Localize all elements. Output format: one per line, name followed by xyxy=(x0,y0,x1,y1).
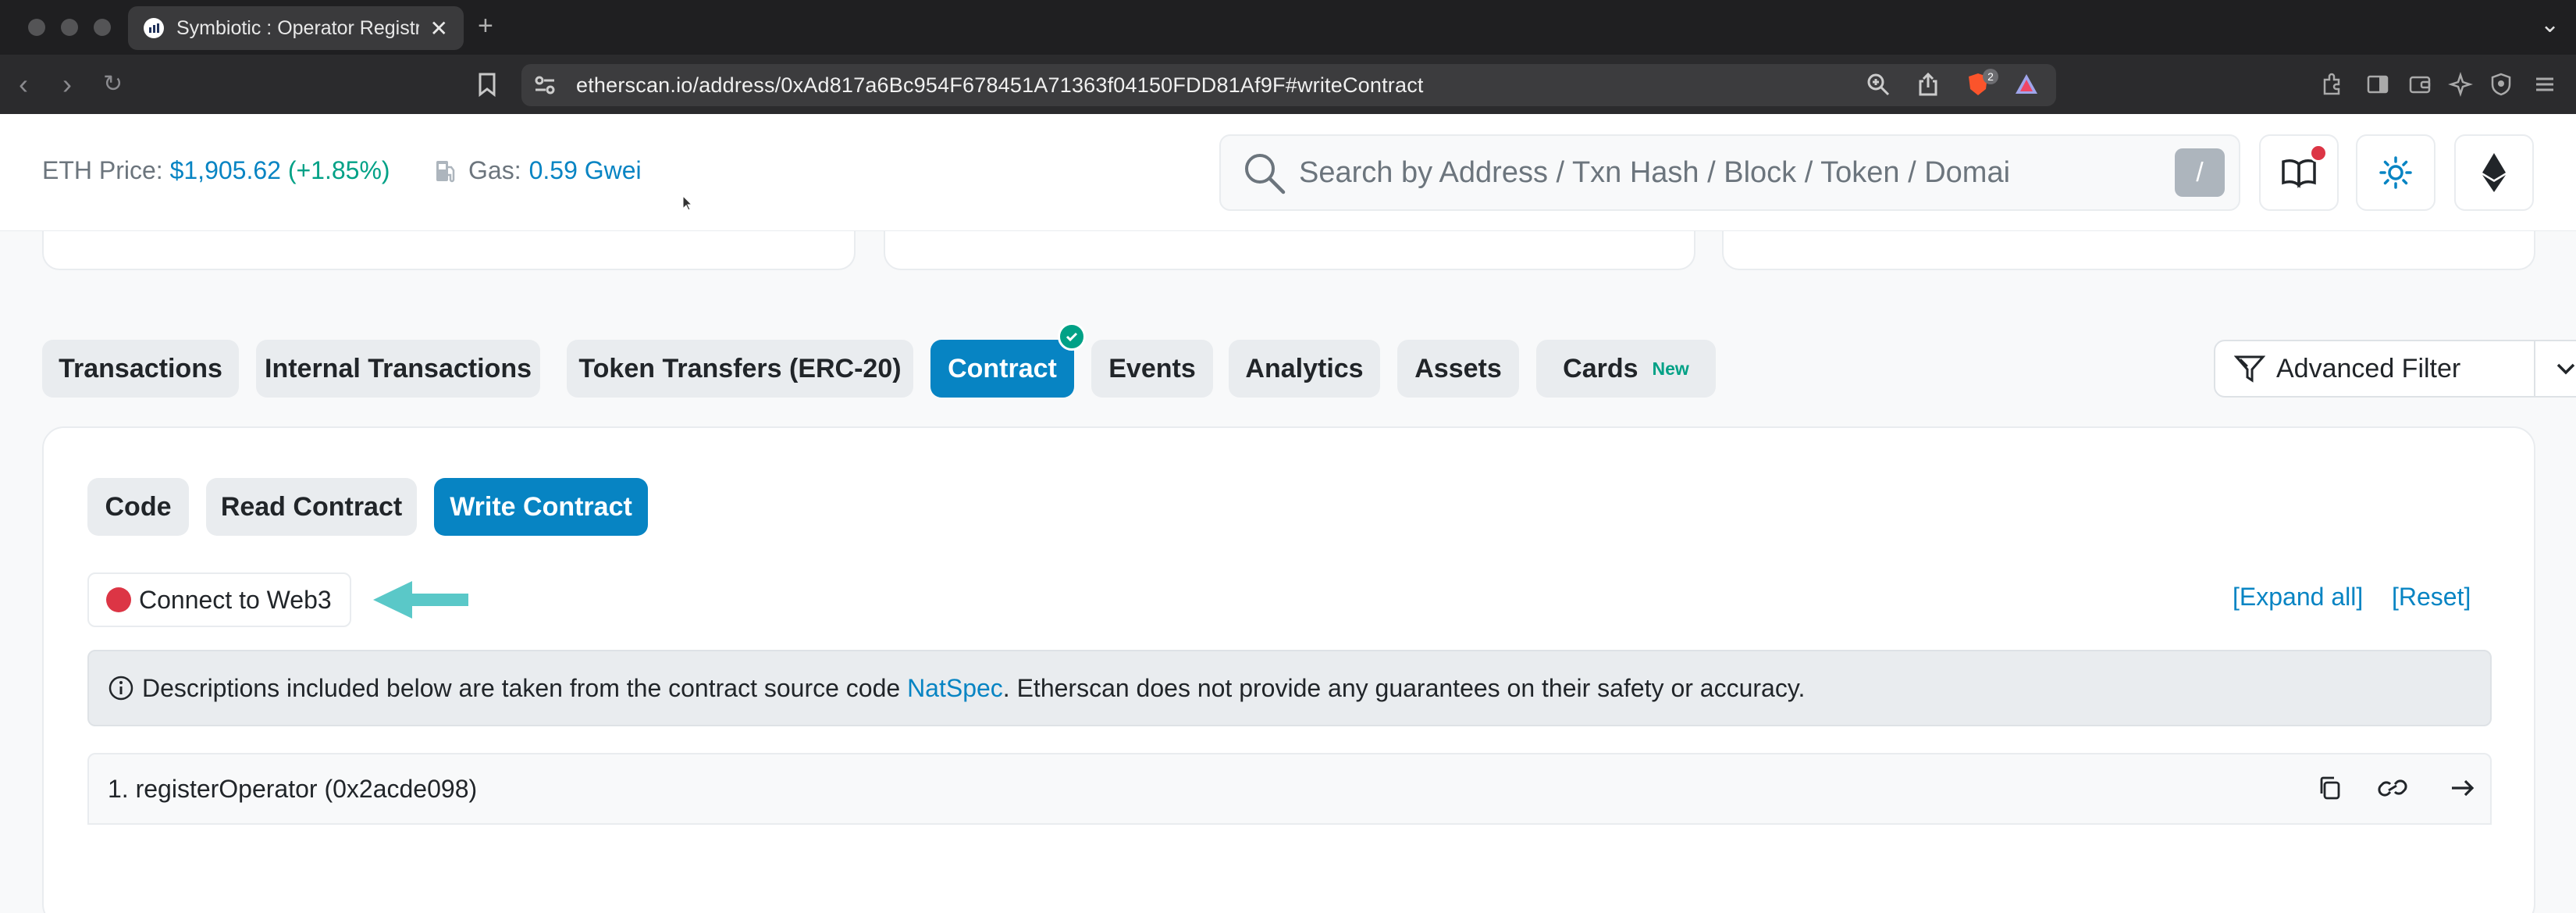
function-row[interactable]: 1. registerOperator (0x2acde098) xyxy=(87,753,2492,825)
address-bar[interactable]: etherscan.io/address/0xAd817a6Bc954F6784… xyxy=(521,64,2056,106)
advanced-filter-dropdown[interactable] xyxy=(2534,340,2576,398)
theme-toggle-button[interactable] xyxy=(2356,134,2435,211)
disconnected-status-icon xyxy=(106,587,131,612)
browser-tab-title: Symbiotic : Operator Registry xyxy=(176,16,419,39)
link-icon[interactable] xyxy=(2378,775,2407,801)
window-zoom-button[interactable] xyxy=(94,19,111,36)
share-icon[interactable] xyxy=(1916,72,1941,97)
arrow-right-icon[interactable] xyxy=(2450,775,2476,801)
reset-link[interactable]: [Reset] xyxy=(2392,583,2471,612)
blog-button[interactable] xyxy=(2259,134,2339,211)
sidebar-icon[interactable] xyxy=(2365,72,2390,97)
tab-close-icon[interactable]: ✕ xyxy=(430,16,448,41)
tab-transactions[interactable]: Transactions xyxy=(42,340,239,398)
chevron-down-icon xyxy=(2556,362,2576,375)
search-icon xyxy=(1241,150,1286,199)
notice-suffix: . Etherscan does not provide any guarant… xyxy=(1002,673,1806,702)
search-shortcut-badge: / xyxy=(2175,148,2225,197)
tab-list-chevron-icon[interactable]: ⌄ xyxy=(2540,11,2560,38)
connect-web3-label: Connect to Web3 xyxy=(139,585,332,614)
eth-price-change: (+1.85%) xyxy=(287,156,390,184)
new-tab-button[interactable]: + xyxy=(478,11,493,41)
tab-cards-label: Cards xyxy=(1563,353,1638,383)
eth-price-value[interactable]: $1,905.62 xyxy=(170,156,281,184)
natspec-link[interactable]: NatSpec xyxy=(907,674,1003,703)
tab-token-transfers[interactable]: Token Transfers (ERC-20) xyxy=(567,340,913,398)
book-icon xyxy=(2280,157,2318,188)
function-name: 1. registerOperator (0x2acde098) xyxy=(108,774,478,803)
site-settings-icon[interactable] xyxy=(534,75,556,99)
new-badge: New xyxy=(1652,358,1689,379)
zoom-icon[interactable] xyxy=(1866,72,1891,97)
reload-button[interactable]: ↻ xyxy=(103,69,123,100)
info-icon xyxy=(108,675,134,701)
copy-icon[interactable] xyxy=(2317,775,2343,801)
network-switch-button[interactable] xyxy=(2454,134,2534,211)
tab-analytics[interactable]: Analytics xyxy=(1229,340,1380,398)
extensions-icon[interactable] xyxy=(2320,72,2345,97)
tab-internal-transactions[interactable]: Internal Transactions xyxy=(256,340,540,398)
eth-price: ETH Price: $1,905.62 (+1.85%) xyxy=(42,156,390,185)
connect-web3-button[interactable]: Connect to Web3 xyxy=(87,572,351,627)
arrow-left-icon xyxy=(373,578,471,626)
gas-label: Gas: xyxy=(468,156,521,184)
tab-events[interactable]: Events xyxy=(1091,340,1213,398)
window-minimize-button[interactable] xyxy=(61,19,78,36)
filter-icon xyxy=(2234,355,2265,383)
tab-cards[interactable]: Cards New xyxy=(1536,340,1716,398)
eth-price-label: ETH Price: xyxy=(42,156,163,184)
gas-value[interactable]: 0.59 Gwei xyxy=(529,156,642,185)
shields-count-badge: 2 xyxy=(1983,69,1998,84)
tab-assets[interactable]: Assets xyxy=(1397,340,1519,398)
url-text: etherscan.io/address/0xAd817a6Bc954F6784… xyxy=(576,73,1424,97)
sun-icon xyxy=(2379,155,2413,190)
mouse-cursor-icon xyxy=(682,194,693,215)
window-close-button[interactable] xyxy=(28,19,45,36)
vpn-icon[interactable] xyxy=(2489,72,2514,97)
search-input[interactable]: Search by Address / Txn Hash / Block / T… xyxy=(1219,134,2240,211)
back-button[interactable]: ‹ xyxy=(19,69,28,100)
advanced-filter-button[interactable]: Advanced Filter xyxy=(2214,340,2535,398)
ethereum-icon xyxy=(2481,152,2507,193)
subtab-code[interactable]: Code xyxy=(87,478,189,536)
menu-icon[interactable] xyxy=(2532,72,2557,97)
notification-dot xyxy=(2309,144,2328,162)
subtab-read-contract[interactable]: Read Contract xyxy=(206,478,417,536)
subtab-write-contract[interactable]: Write Contract xyxy=(434,478,648,536)
bookmark-icon[interactable] xyxy=(476,72,498,101)
forward-button[interactable]: › xyxy=(62,69,72,100)
gas-tracker: Gas: 0.59 Gwei xyxy=(434,156,642,185)
verified-check-icon xyxy=(1058,323,1086,351)
search-placeholder: Search by Address / Txn Hash / Block / T… xyxy=(1299,155,2011,189)
natspec-notice: Descriptions included below are taken fr… xyxy=(87,650,2492,726)
leo-ai-icon[interactable] xyxy=(2448,72,2473,97)
brave-rewards-icon[interactable] xyxy=(2014,72,2039,97)
expand-all-link[interactable]: [Expand all] xyxy=(2233,583,2363,612)
etherscan-favicon-icon xyxy=(144,18,164,38)
gas-pump-icon xyxy=(434,158,457,184)
notice-prefix: Descriptions included below are taken fr… xyxy=(142,673,901,702)
advanced-filter-label: Advanced Filter xyxy=(2276,353,2461,383)
wallet-icon[interactable] xyxy=(2407,72,2432,97)
browser-tab[interactable]: Symbiotic : Operator Registry ✕ xyxy=(128,6,464,50)
tab-contract[interactable]: Contract xyxy=(930,340,1074,398)
